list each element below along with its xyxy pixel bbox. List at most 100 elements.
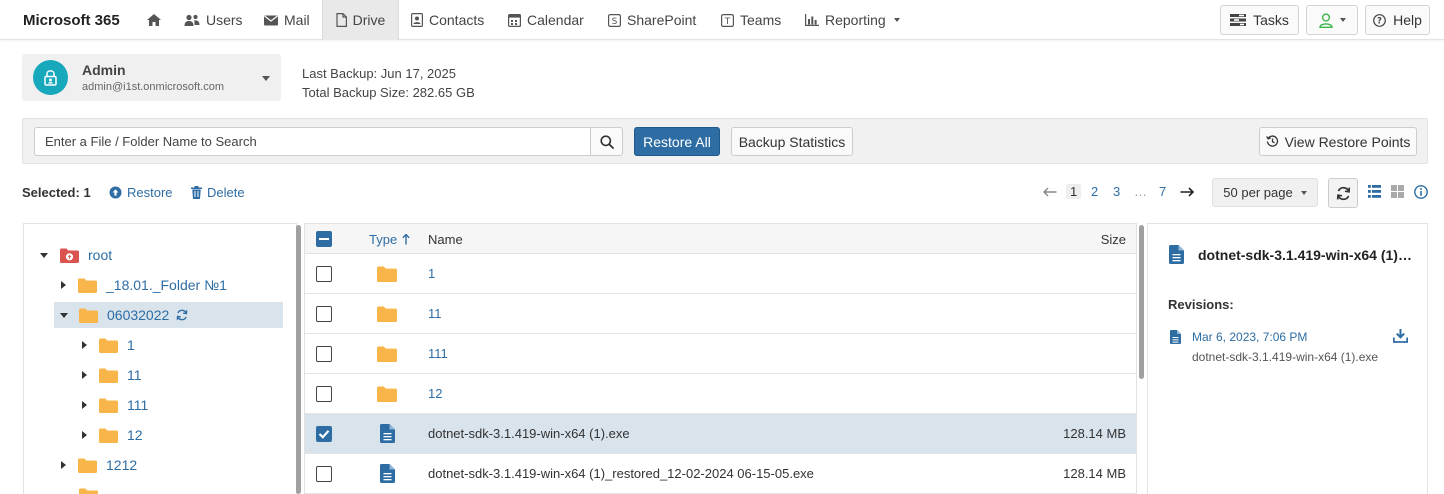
nav-drive[interactable]: Drive bbox=[322, 0, 399, 40]
row-checkbox-checked[interactable] bbox=[316, 426, 332, 442]
tree-node[interactable]: 12 bbox=[82, 422, 143, 448]
nav-sharepoint[interactable]: S SharePoint bbox=[608, 0, 696, 40]
chevron-down-icon bbox=[1339, 18, 1346, 22]
nav-mail[interactable]: Mail bbox=[264, 0, 310, 40]
backup-statistics-button[interactable]: Backup Statistics bbox=[731, 127, 853, 156]
folder-icon bbox=[79, 488, 98, 494]
arrow-left-icon[interactable] bbox=[1043, 187, 1057, 197]
row-name[interactable]: 111 bbox=[428, 346, 448, 361]
tree-scrollbar[interactable] bbox=[296, 225, 301, 494]
arrow-right-icon[interactable] bbox=[1180, 187, 1194, 197]
row-name[interactable]: 12 bbox=[428, 386, 442, 401]
expand-right-icon[interactable] bbox=[61, 281, 66, 289]
page-2[interactable]: 2 bbox=[1091, 184, 1098, 199]
info-icon[interactable] bbox=[1414, 185, 1428, 199]
selected-count: Selected: 1 bbox=[22, 185, 91, 200]
folder-tree: root _18.01._Folder №1 06032022 1 11 111… bbox=[23, 223, 297, 494]
column-size[interactable]: Size bbox=[1101, 232, 1126, 247]
download-icon[interactable] bbox=[1393, 329, 1408, 343]
row-name[interactable]: 11 bbox=[428, 306, 442, 321]
row-name[interactable]: 1 bbox=[428, 266, 435, 281]
tree-node-label: 06032022 bbox=[107, 307, 170, 323]
table-scrollbar[interactable] bbox=[1139, 225, 1144, 379]
folder-icon bbox=[78, 458, 97, 473]
table-row[interactable]: 111 bbox=[305, 334, 1136, 374]
user-menu-button[interactable] bbox=[1306, 5, 1358, 35]
nav-sharepoint-label: SharePoint bbox=[627, 12, 697, 28]
tree-node-root[interactable]: root bbox=[40, 242, 112, 268]
teams-icon: T bbox=[721, 13, 734, 27]
list-view-icon[interactable] bbox=[1368, 185, 1381, 198]
table-row[interactable]: 12 bbox=[305, 374, 1136, 414]
view-restore-points-button[interactable]: View Restore Points bbox=[1259, 127, 1417, 156]
tree-node[interactable]: 11 bbox=[82, 362, 142, 388]
grid-view-icon[interactable] bbox=[1391, 185, 1404, 198]
row-checkbox[interactable] bbox=[316, 306, 332, 322]
per-page-label: 50 per page bbox=[1223, 185, 1293, 200]
page-1[interactable]: 1 bbox=[1066, 184, 1082, 199]
tasks-button[interactable]: Tasks bbox=[1220, 5, 1299, 35]
row-checkbox[interactable] bbox=[316, 346, 332, 362]
expand-right-icon[interactable] bbox=[82, 401, 87, 409]
search-toolbar: Restore All Backup Statistics View Resto… bbox=[22, 118, 1428, 164]
file-icon bbox=[380, 464, 395, 483]
table-row[interactable]: dotnet-sdk-3.1.419-win-x64 (1)_restored_… bbox=[305, 454, 1136, 494]
expand-right-icon[interactable] bbox=[82, 371, 87, 379]
expand-right-icon[interactable] bbox=[82, 431, 87, 439]
expand-right-icon[interactable] bbox=[82, 341, 87, 349]
nav-contacts[interactable]: Contacts bbox=[411, 0, 484, 40]
expand-right-icon[interactable] bbox=[61, 461, 66, 469]
page-3[interactable]: 3 bbox=[1113, 184, 1120, 199]
row-checkbox[interactable] bbox=[316, 266, 332, 282]
bar-chart-icon bbox=[805, 14, 819, 26]
row-name[interactable]: dotnet-sdk-3.1.419-win-x64 (1).exe bbox=[428, 426, 630, 441]
column-name[interactable]: Name bbox=[428, 232, 463, 247]
nav-users[interactable]: Users bbox=[184, 0, 243, 40]
folder-icon bbox=[377, 306, 397, 322]
table-row[interactable]: 1 bbox=[305, 254, 1136, 294]
nav-calendar[interactable]: Calendar bbox=[508, 0, 584, 40]
revision-date[interactable]: Mar 6, 2023, 7:06 PM bbox=[1192, 330, 1307, 344]
per-page-select[interactable]: 50 per page bbox=[1212, 178, 1318, 207]
restore-all-button[interactable]: Restore All bbox=[634, 127, 720, 156]
table-row-selected[interactable]: dotnet-sdk-3.1.419-win-x64 (1).exe 128.1… bbox=[305, 414, 1136, 454]
tree-node-selected[interactable]: 06032022 bbox=[54, 302, 283, 328]
select-all-checkbox[interactable] bbox=[316, 231, 332, 247]
avatar bbox=[33, 60, 68, 95]
sort-asc-icon bbox=[402, 234, 410, 245]
top-navbar: Microsoft 365 Users Mail Drive Contacts … bbox=[0, 0, 1444, 40]
expand-down-icon[interactable] bbox=[40, 252, 48, 258]
search-button[interactable] bbox=[590, 127, 623, 156]
tree-node[interactable]: 1212 bbox=[61, 452, 137, 478]
tree-node[interactable]: 1 bbox=[82, 332, 135, 358]
row-name[interactable]: dotnet-sdk-3.1.419-win-x64 (1)_restored_… bbox=[428, 466, 814, 481]
total-size-label: Total Backup Size: bbox=[302, 85, 409, 100]
tree-node[interactable]: 111 bbox=[82, 392, 148, 418]
column-type[interactable]: Type bbox=[369, 232, 410, 247]
account-email: admin@i1st.onmicrosoft.com bbox=[82, 81, 224, 93]
nav-home[interactable] bbox=[139, 0, 169, 40]
delete-link[interactable]: Delete bbox=[191, 185, 245, 200]
expand-down-icon[interactable] bbox=[60, 312, 68, 318]
row-size: 128.14 MB bbox=[1063, 426, 1126, 441]
help-label: Help bbox=[1393, 12, 1422, 28]
table-row[interactable]: 11 bbox=[305, 294, 1136, 334]
page-7[interactable]: 7 bbox=[1159, 184, 1166, 199]
help-button[interactable]: ? Help bbox=[1365, 5, 1430, 35]
refresh-button[interactable] bbox=[1328, 178, 1358, 208]
search-input[interactable] bbox=[34, 127, 591, 156]
file-table: Type Name Size 1 11 111 12 dotnet-sdk-3.… bbox=[304, 223, 1137, 494]
sync-icon[interactable] bbox=[176, 309, 188, 321]
envelope-icon bbox=[264, 15, 278, 25]
tree-node[interactable]: _18.01._Folder №1 bbox=[61, 272, 227, 298]
table-header: Type Name Size bbox=[305, 224, 1136, 254]
restore-link[interactable]: Restore bbox=[109, 185, 173, 200]
nav-reporting[interactable]: Reporting bbox=[805, 0, 900, 40]
selected-count-value: 1 bbox=[83, 185, 91, 200]
folder-icon bbox=[99, 368, 118, 383]
nav-teams[interactable]: T Teams bbox=[721, 0, 781, 40]
contact-card-icon bbox=[411, 13, 423, 27]
row-checkbox[interactable] bbox=[316, 386, 332, 402]
account-selector[interactable]: Admin admin@i1st.onmicrosoft.com bbox=[22, 54, 281, 101]
row-checkbox[interactable] bbox=[316, 466, 332, 482]
